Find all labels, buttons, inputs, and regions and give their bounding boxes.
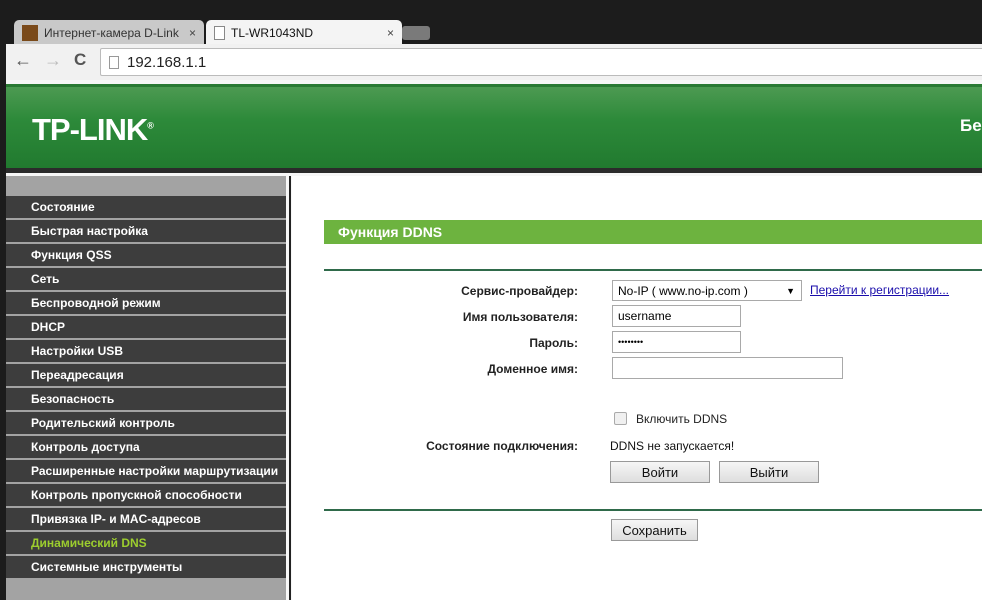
sidebar-item[interactable]: Безопасность (6, 388, 286, 410)
sidebar-item[interactable]: Переадресация (6, 364, 286, 386)
tab-label: Интернет-камера D-Link (44, 25, 179, 40)
tp-link-logo: TP-LINK® (32, 112, 154, 147)
address-bar[interactable]: 192.168.1.1 (100, 48, 982, 76)
provider-select[interactable]: No-IP ( www.no-ip.com ) ▼ (612, 280, 802, 301)
status-value: DDNS не запускается! (610, 439, 735, 453)
sidebar-item[interactable]: Состояние (6, 196, 286, 218)
username-input[interactable]: username (612, 305, 741, 327)
sidebar-item[interactable]: Контроль пропускной способности (6, 484, 286, 506)
sidebar-item[interactable]: Динамический DNS (6, 532, 286, 554)
status-label: Состояние подключения: (426, 439, 578, 453)
login-button[interactable]: Войти (610, 461, 710, 483)
divider (324, 509, 982, 511)
page-title: Функция DDNS (324, 220, 982, 244)
dropdown-arrow-icon: ▼ (786, 285, 795, 296)
logout-button[interactable]: Выйти (719, 461, 819, 483)
header-text: Бе (960, 116, 982, 135)
tab-label: TL-WR1043ND (231, 25, 314, 40)
reload-icon[interactable]: C (74, 50, 86, 70)
browser-tab-router[interactable]: TL-WR1043ND × (206, 20, 402, 45)
sidebar-item[interactable]: Функция QSS (6, 244, 286, 266)
sidebar-item[interactable]: Беспроводной режим (6, 292, 286, 314)
password-input[interactable]: •••••••• (612, 331, 741, 353)
domain-input[interactable] (612, 357, 843, 379)
page-icon (109, 55, 119, 69)
username-label: Имя пользователя: (462, 310, 578, 324)
enable-ddns-label: Включить DDNS (636, 412, 728, 426)
sidebar-item[interactable]: Контроль доступа (6, 436, 286, 458)
provider-label: Сервис-провайдер: (461, 284, 578, 298)
save-button[interactable]: Сохранить (611, 519, 698, 541)
sidebar-item[interactable]: Быстрая настройка (6, 220, 286, 242)
sidebar-item[interactable]: Родительский контроль (6, 412, 286, 434)
page-icon (214, 25, 225, 40)
forward-icon[interactable]: → (44, 50, 62, 71)
password-label: Пароль: (529, 336, 578, 350)
favicon-icon (22, 24, 38, 41)
sidebar-item[interactable]: DHCP (6, 316, 286, 338)
enable-ddns-checkbox[interactable] (614, 412, 627, 425)
sidebar-item[interactable]: Настройки USB (6, 340, 286, 362)
sidebar-item[interactable]: Привязка IP- и MAC-адресов (6, 508, 286, 530)
close-tab-icon[interactable]: × (387, 26, 394, 40)
provider-value: No-IP ( www.no-ip.com ) (618, 283, 748, 298)
register-link[interactable]: Перейти к регистрации... (810, 283, 949, 297)
domain-label: Доменное имя: (487, 362, 578, 376)
header-stripe (6, 168, 982, 173)
sidebar-item[interactable]: Системные инструменты (6, 556, 286, 578)
browser-tab-camera[interactable]: Интернет-камера D-Link × (14, 20, 204, 45)
sidebar-item[interactable]: Сеть (6, 268, 286, 290)
new-tab-button[interactable] (402, 26, 430, 40)
back-icon[interactable]: ← (14, 50, 32, 71)
divider (324, 269, 982, 271)
sidebar-item[interactable]: Расширенные настройки маршрутизации (6, 460, 286, 482)
close-tab-icon[interactable]: × (189, 26, 196, 40)
url-text: 192.168.1.1 (127, 53, 207, 71)
sidebar-divider (289, 176, 291, 600)
